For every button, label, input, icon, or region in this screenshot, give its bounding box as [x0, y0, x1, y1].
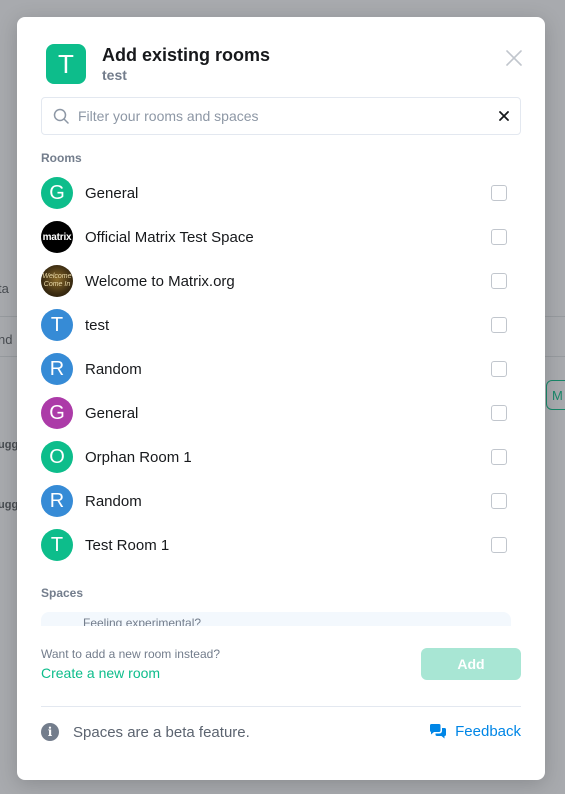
clear-icon — [499, 111, 509, 121]
room-item[interactable]: O Orphan Room 1 — [41, 435, 507, 479]
room-name: Random — [85, 360, 142, 378]
room-name: Welcome to Matrix.org — [85, 272, 235, 290]
dialog-titles: Add existing rooms test — [102, 44, 270, 83]
filter-search-box — [41, 97, 521, 135]
room-avatar: O — [41, 441, 73, 473]
create-room-prompt: Want to add a new room instead? Create a… — [41, 647, 220, 681]
room-checkbox[interactable] — [491, 317, 507, 333]
rooms-list: G General matrix Official Matrix Test Sp… — [41, 171, 507, 567]
room-checkbox[interactable] — [491, 185, 507, 201]
room-name: Test Room 1 — [85, 536, 170, 554]
beta-notice: i Spaces are a beta feature. — [41, 723, 250, 741]
dialog-subtitle: test — [102, 67, 127, 83]
close-icon — [506, 50, 522, 66]
room-checkbox[interactable] — [491, 537, 507, 553]
close-button[interactable] — [505, 49, 523, 67]
space-avatar: T — [46, 44, 86, 84]
create-room-question: Want to add a new room instead? — [41, 647, 220, 661]
room-checkbox[interactable] — [491, 405, 507, 421]
spaces-preview-box: Feeling experimental? — [41, 612, 511, 626]
create-new-room-link[interactable]: Create a new room — [41, 665, 220, 681]
rooms-section-label: Rooms — [41, 151, 82, 165]
add-button[interactable]: Add — [421, 648, 521, 680]
room-avatar: matrix — [41, 221, 73, 253]
room-item[interactable]: T Test Room 1 — [41, 523, 507, 567]
info-icon: i — [41, 723, 59, 741]
room-item[interactable]: R Random — [41, 347, 507, 391]
room-checkbox[interactable] — [491, 229, 507, 245]
room-avatar: T — [41, 529, 73, 561]
dialog-header: T Add existing rooms test — [46, 44, 270, 84]
room-name: Random — [85, 492, 142, 510]
search-icon — [53, 108, 69, 124]
room-item[interactable]: Welcome Come In Welcome to Matrix.org — [41, 259, 507, 303]
room-avatar: G — [41, 397, 73, 429]
feedback-label: Feedback — [455, 723, 521, 740]
room-item[interactable]: R Random — [41, 479, 507, 523]
room-name: General — [85, 184, 139, 202]
beta-notice-text: Spaces are a beta feature. — [73, 723, 250, 741]
room-name: General — [85, 404, 139, 422]
room-item[interactable]: T test — [41, 303, 507, 347]
room-item[interactable]: G General — [41, 171, 507, 215]
room-name: test — [85, 316, 110, 334]
spaces-section-label: Spaces — [41, 586, 84, 600]
room-item[interactable]: G General — [41, 391, 507, 435]
room-avatar: R — [41, 485, 73, 517]
room-name: Orphan Room 1 — [85, 448, 192, 466]
room-checkbox[interactable] — [491, 493, 507, 509]
room-checkbox[interactable] — [491, 361, 507, 377]
room-avatar: G — [41, 177, 73, 209]
room-avatar: T — [41, 309, 73, 341]
add-existing-rooms-dialog: T Add existing rooms test Rooms G Genera — [17, 17, 545, 780]
dialog-title: Add existing rooms — [102, 45, 271, 65]
room-checkbox[interactable] — [491, 449, 507, 465]
spaces-preview-text: Feeling experimental? — [83, 616, 202, 626]
footer-divider — [41, 706, 521, 707]
room-checkbox[interactable] — [491, 273, 507, 289]
room-avatar: R — [41, 353, 73, 385]
room-item[interactable]: matrix Official Matrix Test Space — [41, 215, 507, 259]
room-name: Official Matrix Test Space — [85, 228, 254, 246]
feedback-icon — [430, 724, 447, 739]
clear-search-button[interactable] — [498, 110, 510, 122]
feedback-button[interactable]: Feedback — [429, 723, 521, 740]
filter-search-input[interactable] — [78, 108, 478, 124]
room-avatar-image: Welcome Come In — [41, 265, 73, 297]
